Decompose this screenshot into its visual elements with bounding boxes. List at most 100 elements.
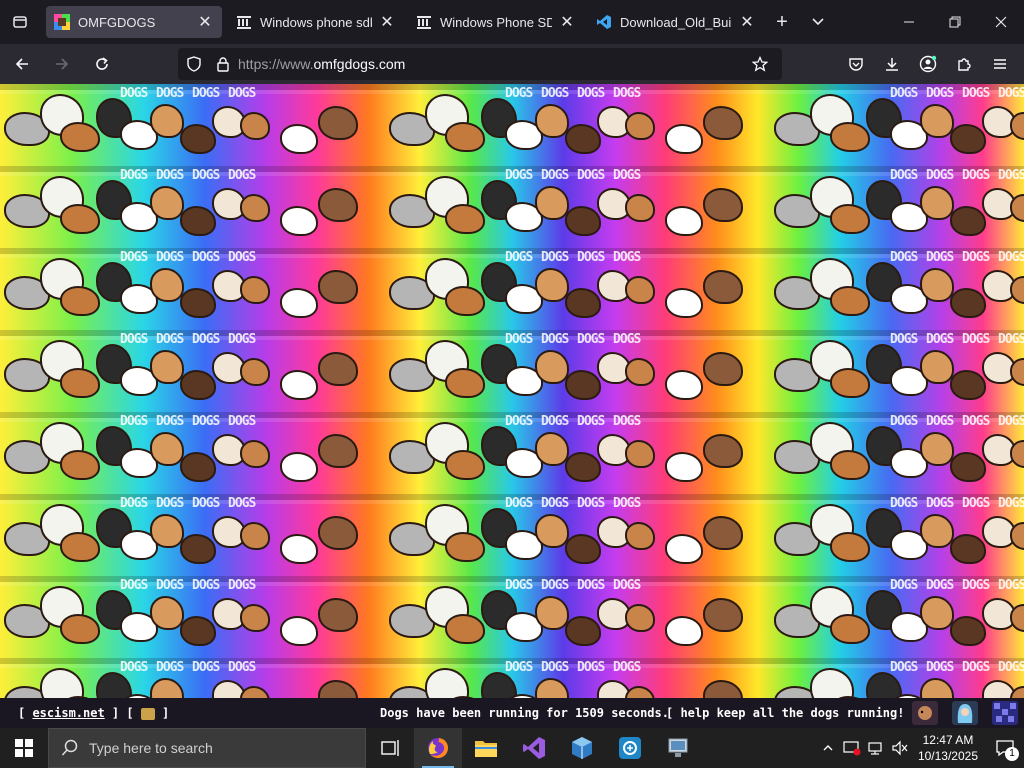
pixel-dog-icon [950,124,986,154]
running-dogs-group: DOGS DOGS DOGS DOGS [0,248,385,330]
close-tab-icon[interactable]: ✕ [378,13,396,31]
tracking-protection-shield-icon[interactable] [186,56,202,72]
address-bar[interactable]: https://www.omfgdogs.com [178,48,782,80]
back-button[interactable] [4,48,40,80]
account-button[interactable] [910,48,946,80]
pixel-dog-icon [445,532,485,562]
pixel-dog-icon [1010,604,1024,632]
escism-link[interactable]: escism.net [32,706,104,720]
taskbar-search-box[interactable]: Type here to search [48,728,366,768]
taskbar-firefox[interactable] [414,728,462,768]
running-dogs-group: DOGS DOGS DOGS DOGS [770,166,1024,248]
url-domain: omfgdogs.com [313,56,406,72]
tab-download-old-builds[interactable]: Download_Old_Builds_( ✕ [588,6,764,38]
running-dogs-group: DOGS DOGS DOGS DOGS [385,658,770,698]
dogs-tile-text: DOGS [156,168,184,183]
running-dogs-group: DOGS DOGS DOGS DOGS [0,84,385,166]
visual-studio-icon [523,737,545,759]
dogs-tile-text: DOGS [505,578,533,593]
restore-button[interactable] [932,0,978,44]
dogs-tile-text: DOGS [541,168,569,183]
pixel-dog-icon [180,124,216,154]
sound-toggle-icon[interactable] [140,707,155,720]
list-all-tabs-button[interactable] [800,0,836,44]
tab-windows-phone-sdk-v8[interactable]: Windows phone sdk v8 ✕ [228,6,404,38]
dogs-tile-text: DOGS [577,86,605,101]
tab-list-button[interactable] [0,0,40,44]
taskbar-visual-studio[interactable] [510,728,558,768]
volume-tray-button[interactable] [888,728,912,768]
hamburger-menu-icon [994,59,1006,69]
dog-row: DOGS DOGS DOGS DOGS DOGS DOGS DOGS DOGS DOGS DOGS… [0,576,1024,658]
running-dogs-group: DOGS DOGS DOGS DOGS [770,412,1024,494]
show-hidden-icons-button[interactable] [816,728,840,768]
close-tab-icon[interactable]: ✕ [196,13,214,31]
bracket-mid: ] [ [104,706,141,720]
pixel-dog-icon [703,188,743,222]
dogs-tile-text: DOGS [890,168,918,183]
pattern-thumbnail-icon[interactable] [992,701,1018,725]
taskbar-file-explorer[interactable] [462,728,510,768]
taskbar-virtualbox[interactable] [558,728,606,768]
running-dogs-group: DOGS DOGS DOGS DOGS [385,330,770,412]
network-tray-button[interactable] [864,728,888,768]
taskbar-remote-app[interactable] [606,728,654,768]
dog-thumbnail-icon[interactable] [912,701,938,725]
running-dogs-group: DOGS DOGS DOGS DOGS [770,658,1024,698]
pixel-dog-icon [180,616,216,646]
running-dogs-group: DOGS DOGS DOGS DOGS [770,330,1024,412]
dogs-tile-text: DOGS [890,414,918,429]
taskbar-clock[interactable]: 12:47 AM 10/13/2025 [918,732,978,764]
pixel-dog-icon [703,516,743,550]
help-keep-dogs-running-link[interactable]: [ help keep all the dogs running! ] [666,706,919,720]
file-explorer-icon [475,741,497,757]
dogs-tile-text: DOGS [541,660,569,675]
pixel-dog-icon [665,452,703,482]
bracket-close: ] [154,706,170,720]
dogs-tile-text: DOGS [156,332,184,347]
new-tab-button[interactable]: + [764,0,800,44]
running-time-text: Dogs have been running for 1509 seconds. [380,706,669,720]
lock-icon[interactable] [216,56,230,72]
dog-row: DOGS DOGS DOGS DOGS DOGS DOGS DOGS DOGS DOGS DOGS… [0,166,1024,248]
tab-omfgdogs[interactable]: OMFGDOGS ✕ [46,6,222,38]
virtualbox-icon [572,737,592,759]
reload-button[interactable] [84,48,120,80]
arrow-left-icon [15,58,28,70]
dogs-tile-text: DOGS [541,86,569,101]
chevron-down-icon [812,18,824,26]
start-button[interactable] [0,728,48,768]
avatar-thumbnail-icon[interactable] [952,701,978,725]
url-text[interactable]: https://www.omfgdogs.com [238,56,405,72]
pixel-dog-icon [665,124,703,154]
pocket-icon [849,58,863,71]
extensions-button[interactable] [946,48,982,80]
dogs-tile-text: DOGS [926,250,954,265]
dogs-tile-text: DOGS [228,660,256,675]
dogs-tile-text: DOGS [577,332,605,347]
pixel-dog-icon [445,614,485,644]
notification-center-button[interactable]: 1 [986,728,1024,768]
pixel-dog-icon [535,186,569,220]
tray-app-icon[interactable] [840,728,864,768]
dogs-tile-text: DOGS [962,332,990,347]
dogs-tile-text: DOGS [613,660,641,675]
app-menu-button[interactable] [982,48,1018,80]
pixel-dog-icon [318,516,358,550]
pixel-dog-icon [625,358,655,386]
close-tab-icon[interactable]: ✕ [738,13,756,31]
tab-windows-phone-sdks[interactable]: Windows Phone SDKs ( ✕ [408,6,584,38]
dogs-tile-text: DOGS [192,168,220,183]
dogs-tile-text: DOGS [505,414,533,429]
close-tab-icon[interactable]: ✕ [558,13,576,31]
bookmark-star-icon[interactable] [752,56,768,72]
pocket-button[interactable] [838,48,874,80]
minimize-button[interactable] [886,0,932,44]
pixel-dog-icon [950,534,986,564]
close-window-button[interactable] [978,0,1024,44]
taskbar-network-app[interactable] [654,728,702,768]
forward-button[interactable] [44,48,80,80]
task-view-button[interactable] [366,728,414,768]
network-icon [868,742,882,755]
downloads-button[interactable] [874,48,910,80]
